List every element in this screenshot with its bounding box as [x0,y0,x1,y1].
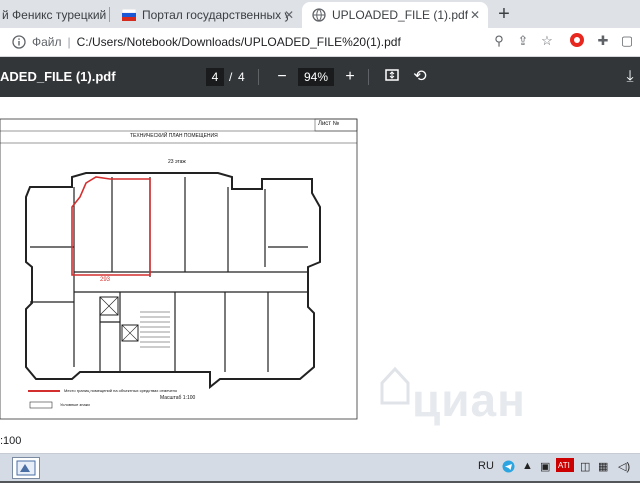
volume-icon[interactable]: ◁) [618,460,630,473]
toolbar-divider [368,69,369,85]
extension-red-icon[interactable] [568,32,586,50]
address-bar[interactable]: Файл | C:/Users/Notebook/Downloads/UPLOA… [4,31,484,53]
room-number: 293 [100,277,111,283]
pdf-viewer[interactable]: Лист № ТЕХНИЧЕСКИЙ ПЛАН ПОМЕЩЕНИЯ 23 эта… [0,97,640,453]
network-icon[interactable]: ▦ [598,460,608,473]
scale-label: Масштаб 1:100 [160,395,196,401]
tab-label: UPLOADED_FILE (1).pdf [332,8,469,22]
legend-boundary: Место границ помещений на объектных сред… [64,388,178,393]
url-text: C:/Users/Notebook/Downloads/UPLOADED_FIL… [76,35,401,49]
total-pages: 4 [238,70,245,84]
language-indicator[interactable]: RU [478,460,494,472]
floor-label: 23 этаж [168,159,186,165]
watermark-logo [378,365,412,410]
russia-flag-icon [122,9,136,21]
taskbar-app-icon[interactable] [12,457,40,479]
close-icon[interactable]: ✕ [468,8,482,22]
pdf-toolbar: ADED_FILE (1).pdf 4 / 4 − 94% + ⟲ ⤓ [0,57,640,97]
legend-symbols: Условные знаки [60,402,90,407]
tab-label: й Феникс турецкий с [2,8,108,22]
tab-label: Портал государственных услуг Р [142,8,288,22]
toolbar-divider [258,69,259,85]
scale-bottom-text: :100 [0,435,22,447]
zoom-in-icon[interactable]: + [340,67,360,87]
tray-app-icon[interactable]: ▣ [540,460,550,473]
zoom-out-icon[interactable]: − [272,67,292,87]
telegram-icon[interactable] [502,460,515,476]
fit-page-icon[interactable] [382,67,402,87]
page-number-input[interactable]: 4 [206,68,224,86]
scheme-label: Файл [32,35,62,49]
cian-logo-icon [380,366,410,405]
share-icon[interactable]: ⇪ [514,32,532,50]
zoom-input[interactable]: 94% [298,68,334,86]
zoom-icon[interactable]: ⚲ [490,32,508,50]
tab-strip: й Феникс турецкий с Портал государственн… [0,0,640,28]
ati-icon[interactable]: ATI [556,458,574,475]
watermark-text: циан [412,374,526,426]
sheet-label: Лист № [318,121,340,127]
puzzle-icon[interactable]: ✚ [594,32,612,50]
tab-gosuslugi[interactable]: Портал государственных услуг Р ✕ [112,2,302,28]
floor-plan-drawing [0,118,358,420]
close-icon[interactable]: ✕ [282,8,296,22]
taskbar: RU ▲ ▣ ATI ◫ ▦ ◁) [0,453,640,481]
star-icon[interactable]: ☆ [538,32,556,50]
tray-app-icon[interactable]: ◫ [580,460,590,473]
tab-pdf[interactable]: UPLOADED_FILE (1).pdf ✕ [302,2,488,28]
chevron-up-icon[interactable]: ▲ [522,460,533,472]
tab-separator [109,7,110,22]
menu-icon[interactable]: ▢ [618,32,636,50]
browser-toolbar: Файл | C:/Users/Notebook/Downloads/UPLOA… [0,28,640,57]
address-divider: | [67,35,71,49]
globe-icon [312,8,326,22]
download-icon[interactable]: ⤓ [620,67,640,87]
svg-text:ATI: ATI [558,461,570,470]
rotate-icon[interactable]: ⟲ [410,67,430,87]
tab-feniks[interactable]: й Феникс турецкий с [0,2,108,28]
pdf-title: ADED_FILE (1).pdf [0,69,116,84]
new-tab-icon[interactable]: + [492,4,516,26]
drawing-header-title: ТЕХНИЧЕСКИЙ ПЛАН ПОМЕЩЕНИЯ [130,133,218,139]
page-separator: / [229,70,233,84]
pdf-page: Лист № ТЕХНИЧЕСКИЙ ПЛАН ПОМЕЩЕНИЯ 23 эта… [0,97,640,453]
info-icon[interactable] [12,35,26,49]
